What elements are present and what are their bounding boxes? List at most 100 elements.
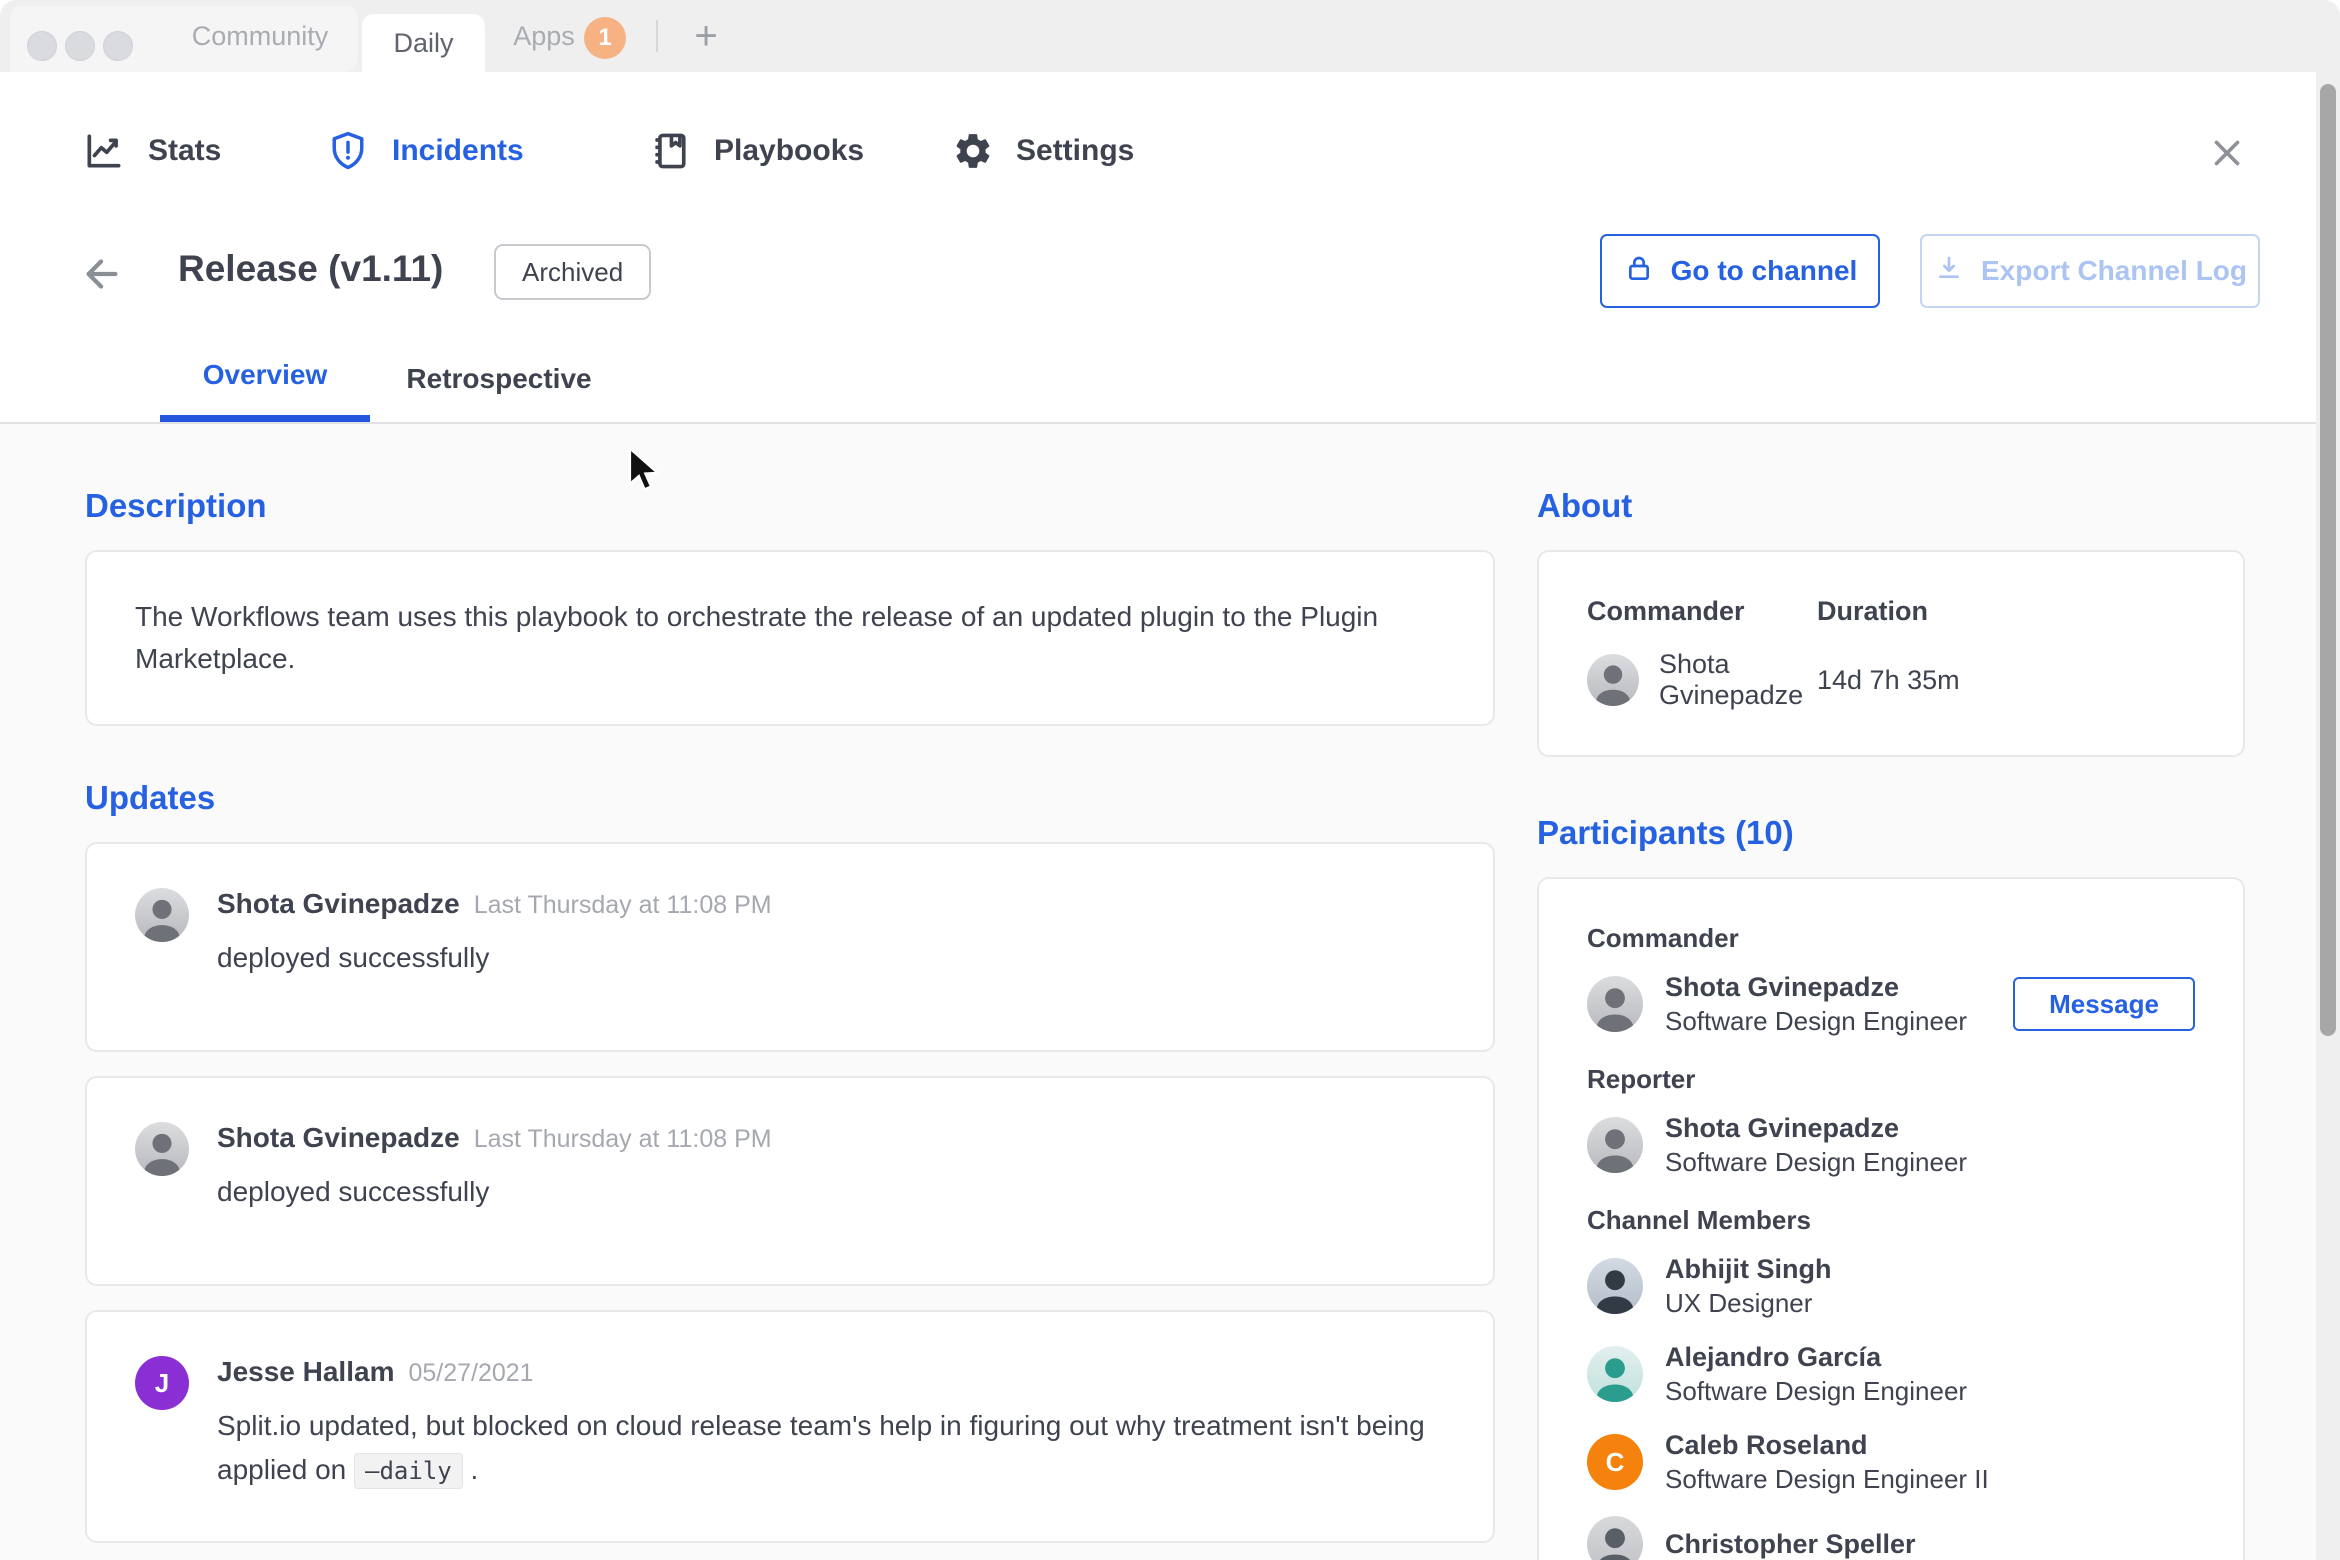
side-column: About Commander Duration Shota Gvinepadz… (1537, 424, 2245, 1560)
update-message: deployed successfully (217, 1176, 490, 1207)
tab-apps[interactable]: Apps (506, 0, 582, 72)
duration-value: 14d 7h 35m (1817, 664, 1960, 695)
channel-members-label: Channel Members (1587, 1205, 1811, 1235)
participants-commander-label: Commander (1587, 923, 1739, 953)
avatar: J (135, 1356, 189, 1410)
avatar (1587, 654, 1639, 706)
update-card: Shota Gvinepadze Last Thursday at 11:08 P… (85, 1076, 1495, 1286)
nav-label-stats: Stats (148, 134, 222, 167)
about-card: Commander Duration Shota Gvinepadze 14d … (1537, 550, 2245, 757)
incident-header: Release (v1.11) Archived Go to channel E… (0, 230, 2340, 320)
member-row: C Caleb Roseland Software Design Enginee… (1587, 1428, 2195, 1496)
go-to-channel-label: Go to channel (1670, 255, 1858, 286)
lock-icon (1623, 252, 1655, 291)
participants-card: Commander Shota Gvinepadze Software Desi… (1537, 877, 2245, 1560)
detail-tabs: Overview Retrospective (0, 335, 2340, 424)
nav-item-stats[interactable]: Stats (82, 72, 221, 230)
participant-role: UX Designer (1665, 1288, 1813, 1318)
member-row: Alejandro García Software Design Enginee… (1587, 1340, 2195, 1408)
participant-name[interactable]: Caleb Roseland (1665, 1428, 1989, 1462)
backstage-nav: Stats Incidents Playbooks Settings (0, 72, 2340, 230)
status-badge-archived: Archived (494, 244, 652, 300)
nav-label-incidents: Incidents (392, 134, 524, 167)
update-card: Shota Gvinepadze Last Thursday at 11:08 P… (85, 842, 1495, 1052)
new-tab-button[interactable]: + (686, 14, 726, 58)
apps-unread-badge: 1 (584, 17, 626, 59)
participant-name[interactable]: Christopher Speller (1665, 1527, 1916, 1560)
scrollbar-thumb[interactable] (2320, 84, 2336, 1036)
participant-row-reporter: Shota Gvinepadze Software Design Enginee… (1587, 1111, 2195, 1179)
commander-label: Commander (1587, 596, 1745, 626)
avatar (135, 1122, 189, 1176)
mouse-cursor (627, 446, 667, 497)
nav-item-incidents[interactable]: Incidents (326, 72, 524, 230)
avatar-initial: J (154, 1367, 170, 1398)
update-timestamp: 05/27/2021 (408, 1359, 534, 1387)
tab-overview[interactable]: Overview (160, 335, 370, 422)
member-row: Abhijit Singh UX Designer (1587, 1252, 2195, 1320)
commander-name[interactable]: Shota Gvinepadze (1659, 649, 1817, 711)
tab-retrospective[interactable]: Retrospective (394, 335, 604, 422)
participant-name[interactable]: Alejandro García (1665, 1340, 1967, 1374)
message-button[interactable]: Message (2013, 977, 2195, 1031)
export-channel-log-label: Export Channel Log (1981, 255, 2247, 286)
avatar (1587, 1117, 1643, 1173)
updates-heading: Updates (85, 779, 216, 816)
update-timestamp: Last Thursday at 11:08 PM (473, 1125, 772, 1153)
export-channel-log-button[interactable]: Export Channel Log (1920, 234, 2260, 308)
update-timestamp: Last Thursday at 11:08 PM (473, 891, 772, 919)
incident-title: Release (v1.11) (178, 248, 444, 289)
nav-item-playbooks[interactable]: Playbooks (648, 72, 864, 230)
about-heading: About (1537, 487, 1633, 524)
inline-code-chip: –daily (354, 1453, 463, 1489)
back-arrow-icon (79, 251, 125, 302)
main-column: Description The Workflows team uses this… (85, 424, 1495, 1560)
participant-row-commander: Shota Gvinepadze Software Design Enginee… (1587, 970, 2195, 1038)
participant-role: Software Design Engineer (1665, 1147, 1968, 1177)
stats-chart-icon (82, 129, 126, 173)
participant-name[interactable]: Shota Gvinepadze (1665, 970, 1967, 1004)
tab-community[interactable]: Community (176, 0, 344, 72)
participant-name[interactable]: Abhijit Singh (1665, 1252, 1831, 1286)
commander-value: Shota Gvinepadze (1587, 649, 1817, 711)
description-text: The Workflows team uses this playbook to… (135, 601, 1379, 674)
download-icon (1933, 252, 1965, 291)
overview-body: Description The Workflows team uses this… (0, 424, 2340, 1560)
avatar (1587, 976, 1643, 1032)
nav-label-playbooks: Playbooks (714, 134, 865, 167)
app-window: Community Daily Apps 1 + Stats Incidents… (0, 0, 2340, 1560)
back-button[interactable] (78, 252, 126, 300)
participants-reporter-label: Reporter (1587, 1064, 1696, 1094)
member-row: Christopher Speller (1587, 1516, 2195, 1560)
window-tab-bar: Community Daily Apps 1 + (0, 0, 2340, 72)
avatar (135, 888, 189, 942)
nav-label-settings: Settings (1016, 134, 1135, 167)
tab-daily[interactable]: Daily (362, 14, 485, 72)
update-card: J Jesse Hallam 05/27/2021 Split.io update… (85, 1310, 1495, 1543)
avatar (1587, 1516, 1643, 1560)
update-author[interactable]: Shota Gvinepadze (217, 888, 460, 919)
update-author[interactable]: Jesse Hallam (217, 1356, 394, 1387)
window-control-dot-1[interactable] (27, 31, 57, 61)
duration-label: Duration (1817, 596, 1928, 626)
avatar-initial: C (1605, 1446, 1625, 1477)
update-message: deployed successfully (217, 942, 490, 973)
shield-alert-icon (326, 129, 370, 173)
playbook-book-icon (648, 129, 692, 173)
close-icon (2206, 132, 2248, 179)
participant-name[interactable]: Shota Gvinepadze (1665, 1111, 1967, 1145)
nav-item-settings[interactable]: Settings (952, 72, 1134, 230)
close-backstage-button[interactable] (2204, 132, 2250, 178)
avatar: C (1587, 1434, 1643, 1490)
update-message: Split.io updated, but blocked on cloud r… (217, 1404, 1445, 1493)
participant-role: Software Design Engineer (1665, 1376, 1968, 1406)
window-control-dot-3[interactable] (103, 31, 133, 61)
gear-icon (952, 130, 994, 172)
window-control-dot-2[interactable] (65, 31, 95, 61)
participant-role: Software Design Engineer (1665, 1006, 1968, 1036)
tabbar-divider (656, 20, 658, 52)
go-to-channel-button[interactable]: Go to channel (1600, 234, 1880, 308)
update-author[interactable]: Shota Gvinepadze (217, 1122, 460, 1153)
avatar (1587, 1346, 1643, 1402)
description-card: The Workflows team uses this playbook to… (85, 550, 1495, 726)
